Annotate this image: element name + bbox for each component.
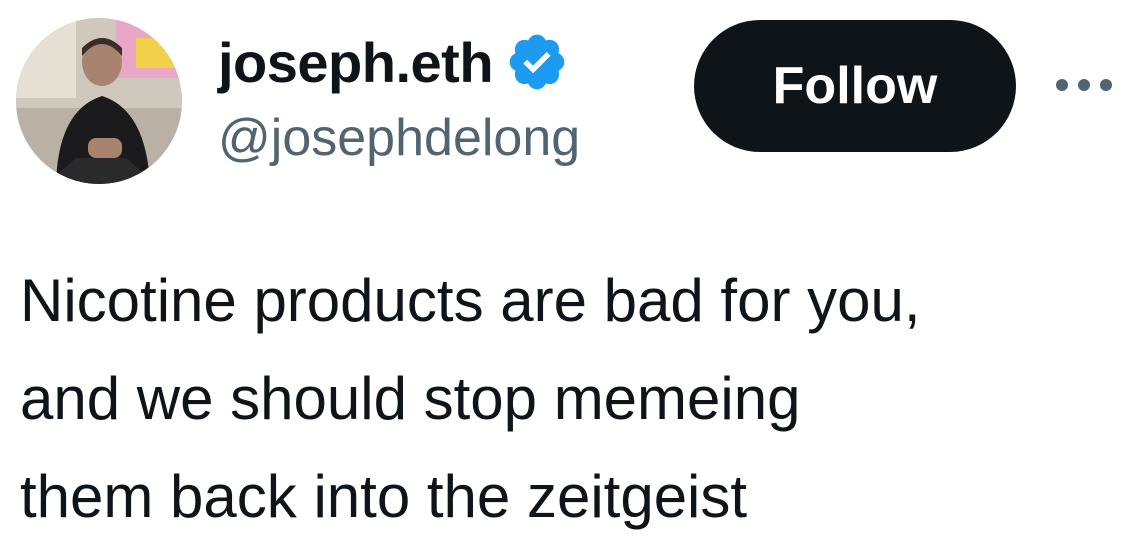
ellipsis-icon[interactable]: [1052, 60, 1116, 110]
tweet-card: joseph.eth @josephdelong Follow Nicotine…: [0, 0, 1136, 556]
tweet-text: Nicotine products are bad for you, and w…: [20, 252, 1130, 546]
avatar-photo: [16, 18, 182, 184]
author-handle[interactable]: @josephdelong: [218, 108, 580, 168]
display-name[interactable]: joseph.eth: [218, 30, 494, 95]
avatar[interactable]: [16, 18, 182, 184]
tweet-text-line: and we should stop memeing: [20, 365, 801, 432]
follow-button[interactable]: Follow: [694, 20, 1016, 152]
verified-badge-icon: [505, 30, 569, 94]
tweet-text-line: them back into the zeitgeist: [20, 463, 748, 530]
author-name-row: joseph.eth: [218, 22, 569, 102]
tweet-text-line: Nicotine products are bad for you,: [20, 267, 921, 334]
